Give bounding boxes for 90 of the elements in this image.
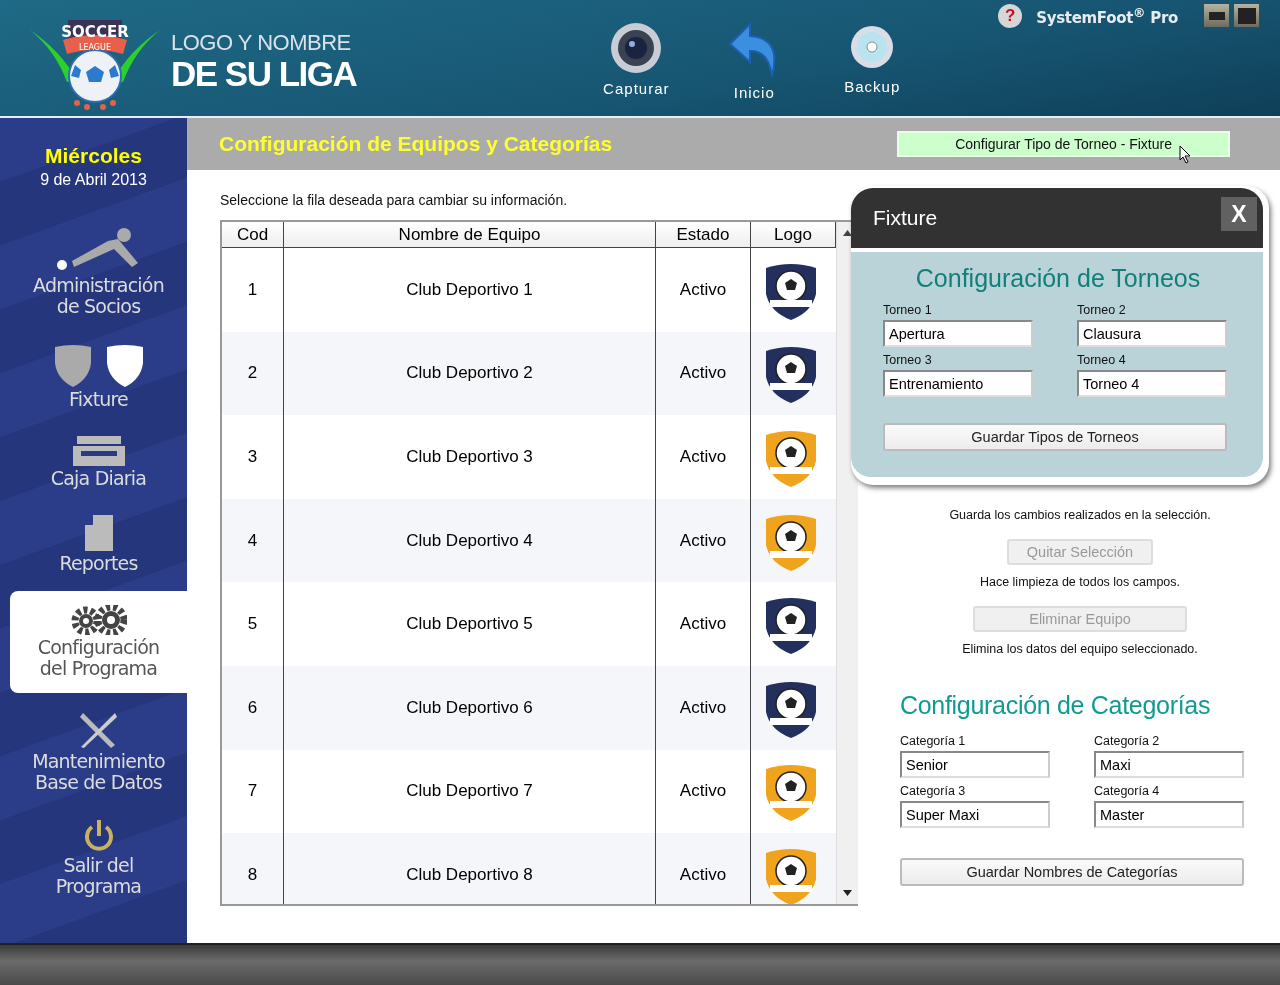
toolbar-button[interactable]: Capturar <box>591 22 682 101</box>
document-icon <box>84 514 113 551</box>
field-label: Torneo 3 <box>883 353 933 367</box>
table-row[interactable]: 4 Club Deportivo 4 Activo <box>222 498 836 583</box>
table-cell: Activo <box>656 415 751 499</box>
logo-text: SOCCER <box>61 23 129 41</box>
input-field[interactable]: Senior <box>900 751 1050 778</box>
minimize-button[interactable] <box>1203 3 1230 28</box>
field-label: Torneo 4 <box>1077 353 1127 367</box>
cash-drawer-icon <box>72 435 125 466</box>
scrollbar[interactable] <box>836 222 858 904</box>
scroll-down-icon[interactable] <box>843 890 852 896</box>
logo-text: LEAGUE <box>79 43 111 52</box>
shields-icon <box>52 342 145 387</box>
table-cell: 4 <box>222 498 284 583</box>
fixture-button[interactable]: Configurar Tipo de Torneo - Fixture <box>897 131 1230 157</box>
table-cell: Club Deportivo 2 <box>284 331 656 416</box>
dialog-title: Fixture <box>873 206 938 230</box>
close-button[interactable]: X <box>1221 197 1257 231</box>
table-cell: 2 <box>222 331 284 416</box>
input-field[interactable]: Entrenamiento <box>883 370 1033 397</box>
column-header: Cod <box>222 222 284 247</box>
table-cell: Club Deportivo 6 <box>284 665 656 750</box>
maximize-icon <box>1237 7 1256 24</box>
table-row[interactable]: 3 Club Deportivo 3 Activo <box>222 415 836 499</box>
table-cell: 6 <box>222 665 284 750</box>
sidebar-item[interactable]: Reportes <box>10 506 187 582</box>
help-note: Elimina los datos del equipo seleccionado. <box>962 642 1198 656</box>
input-field[interactable]: Super Maxi <box>900 801 1050 828</box>
help-note: Hace limpieza de todos los campos. <box>979 575 1181 589</box>
input-field[interactable]: Master <box>1094 801 1244 828</box>
instruction-text: Seleccione la fila deseada para cambiar su información. <box>220 192 569 208</box>
input-field[interactable]: Torneo 4 <box>1077 370 1227 397</box>
table-row[interactable]: 8 Club Deportivo 8 Activo <box>222 833 836 904</box>
table-cell: Club Deportivo 8 <box>284 833 656 904</box>
table-cell: 1 <box>222 248 284 332</box>
table-cell: Activo <box>656 248 751 332</box>
page-title: Configuración de Equipos y Categorías <box>219 132 614 156</box>
table-cell: Activo <box>656 833 751 904</box>
table-row[interactable]: 5 Club Deportivo 5 Activo <box>222 582 836 666</box>
gears-icon <box>70 605 127 636</box>
table-row[interactable]: 2 Club Deportivo 2 Activo <box>222 331 836 416</box>
field-label: Categoría 1 <box>900 734 967 748</box>
maximize-button[interactable] <box>1233 3 1260 28</box>
toolbar-button[interactable]: Inicio <box>709 22 800 101</box>
sidebar-item[interactable]: Mantenimiento Base de Datos <box>10 703 187 801</box>
help-note: Guarda los cambios realizados en la selección. <box>949 508 1211 522</box>
field-label: Categoría 4 <box>1094 784 1161 798</box>
minimize-icon <box>1208 11 1225 20</box>
field-label: Torneo 1 <box>883 303 933 317</box>
date-label: 9 de Abril 2013 <box>40 171 147 189</box>
table-cell: Club Deportivo 1 <box>284 248 656 332</box>
mouse-cursor-icon <box>1179 145 1191 164</box>
table-row[interactable]: 1 Club Deportivo 1 Activo <box>222 248 836 332</box>
field-label: Torneo 2 <box>1077 303 1127 317</box>
sidebar-item[interactable]: Salir del Programa <box>10 811 187 905</box>
field-label: Categoría 2 <box>1094 734 1161 748</box>
table-cell: 8 <box>222 833 284 904</box>
save-button[interactable]: Guardar Nombres de Categorías <box>900 858 1244 886</box>
column-header: Estado <box>656 222 751 247</box>
sidebar-item[interactable]: Configuración del Programa <box>10 591 187 694</box>
scroll-up-icon[interactable] <box>843 230 852 236</box>
table-cell: 5 <box>222 582 284 666</box>
table-cell: Club Deportivo 3 <box>284 415 656 499</box>
table-cell: Activo <box>656 331 751 416</box>
table-cell: Club Deportivo 5 <box>284 582 656 666</box>
league-name-line: DE SU LIGA <box>171 55 357 91</box>
field-label: Categoría 3 <box>900 784 967 798</box>
table-row[interactable]: 6 Club Deportivo 6 Activo <box>222 665 836 750</box>
table-cell: Club Deportivo 4 <box>284 498 656 583</box>
input-field[interactable]: Apertura <box>883 320 1033 347</box>
input-field[interactable]: Maxi <box>1094 751 1244 778</box>
table-cell: Activo <box>656 582 751 666</box>
weekday-label: Miércoles <box>45 144 142 168</box>
league-name-line: LOGO Y NOMBRE <box>171 29 352 56</box>
help-button[interactable]: ? <box>998 3 1023 28</box>
section-heading: Configuración de Categorías <box>900 691 1211 720</box>
sidebar-item[interactable]: Fixture <box>10 334 187 418</box>
toolbar-button[interactable]: Backup <box>827 22 918 101</box>
column-header: Nombre de Equipo <box>284 222 656 247</box>
sidebar-item[interactable]: Administración de Socios <box>10 219 187 325</box>
camera-lens-icon <box>610 22 663 74</box>
save-button[interactable]: Guardar Tipos de Torneos <box>883 423 1227 451</box>
input-field[interactable]: Clausura <box>1077 320 1227 347</box>
table-cell: 3 <box>222 415 284 499</box>
section-heading: Configuración de Torneos <box>915 264 1201 293</box>
sidebar-item[interactable]: Caja Diaria <box>10 427 187 497</box>
product-name: SystemFoot$^{®}$ Pro <box>1036 4 1178 27</box>
table-cell: Activo <box>656 665 751 750</box>
table-cell: Activo <box>656 498 751 583</box>
